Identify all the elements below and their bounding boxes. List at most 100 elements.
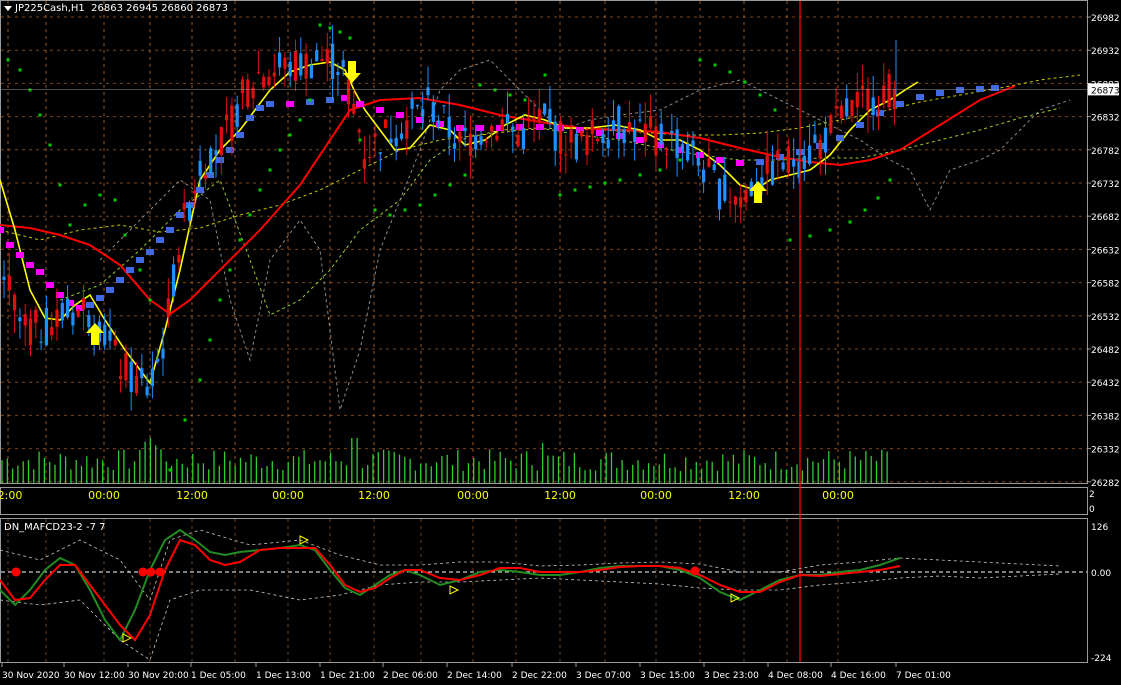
bull-candle-body [675,129,679,159]
psar-dot [358,138,362,142]
bear-candle-body [193,191,197,194]
symbol-header[interactable]: JP225Cash,H1 26863 26945 26860 26873 [4,3,228,14]
bull-candle-body [845,98,849,117]
bull-candle-body [161,349,165,359]
bull-candle-body [686,144,690,161]
bear-candle-body [468,133,472,156]
trend-up-block [176,212,184,218]
bull-candle-body [474,135,478,150]
fast-ma-line [0,61,919,385]
psar-dot [523,98,527,102]
bull-candle-body [214,150,218,156]
bear-candle-body [490,125,494,132]
psar-dot [463,173,467,177]
trend-up-block [916,94,924,100]
bear-candle-body [28,318,33,346]
bear-candle-body [569,129,573,143]
bull-candle-body [505,113,510,124]
date-tick-label: 4 Dec 08:00 [768,671,823,681]
psar-dot [758,93,762,97]
bull-candle-body [447,117,451,138]
bull-candle-body [808,145,812,164]
bear-candle-body [405,120,409,139]
price-tick-label: 26632 [1091,246,1120,256]
bull-candle-body [235,104,239,127]
chart-canvas[interactable]: 2698226932268822683226782267322668226632… [0,0,1121,685]
dropdown-caret-icon[interactable] [4,5,12,11]
bull-candle-body [108,330,112,341]
bull-candle-body [696,157,700,166]
bear-candle-body [558,121,563,155]
date-tick-label: 2 Dec 14:00 [447,671,502,681]
psar-dot [773,108,777,112]
bull-candle-body [823,127,828,153]
price-tick-label: 26832 [1091,114,1120,124]
bear-candle-body [739,197,743,208]
bear-candle-body [564,154,568,156]
bear-candle-body [272,72,276,77]
bull-candle-body [209,148,213,173]
bear-candle-body [203,174,207,179]
bull-candle-body [336,72,340,75]
bull-candle-body [638,119,642,121]
trend-up-block [96,295,104,301]
bear-candle-body [484,141,488,143]
psar-dot [218,298,222,302]
date-tick-label: 30 Nov 2020 [2,671,60,681]
bull-candle-body [717,178,722,210]
bear-candle-body [516,135,520,147]
bull-candle-body [871,97,875,116]
bear-candle-body [357,129,361,133]
trend-up-block [216,157,224,163]
bull-candle-body [452,143,457,149]
psar-dot [68,223,72,227]
trend-up-block [896,101,904,107]
trend-down-block [536,124,544,130]
bull-candle-body [288,61,292,77]
bear-candle-body [240,79,245,94]
trend-up-block [136,257,144,263]
psar-dot [448,183,452,187]
indicator-scale-bottom: -224 [1091,654,1112,664]
trend-down-block [716,157,724,163]
volume-scale-bottom: 0 [1089,505,1095,515]
bear-candle-body [627,122,631,131]
bull-candle-body [548,108,552,123]
panel-frames [0,0,1088,663]
time-tick-label: 00:00 [88,489,120,502]
bull-candle-body [66,298,70,318]
bull-candle-body [172,264,176,297]
bear-candle-body [23,314,27,326]
bear-candle-body [643,123,647,142]
volume-scale-top: 2 [1089,490,1095,500]
psar-dot [403,208,407,212]
bear-candle-body [50,327,54,336]
bull-candle-body [309,65,313,79]
bull-candle-body [278,52,282,68]
trend-up-block [116,277,124,283]
trend-down-block [696,152,704,158]
psar-dot [863,208,867,212]
date-tick-label: 3 Dec 15:00 [640,671,695,681]
envelope-line [99,59,1071,411]
bull-candle-body [44,307,48,346]
bear-candle-body [262,76,266,88]
trend-up-block [756,159,764,165]
psar-dot [58,183,62,187]
bull-candle-body [574,134,578,160]
bear-candle-body [384,119,388,128]
time-tick-label: 00:00 [457,489,489,502]
trend-up-block [226,147,234,153]
bull-candle-body [712,164,716,170]
indicator-panel-border [0,518,1088,663]
psar-dot [348,36,352,40]
bull-candle-body [617,106,621,140]
date-tick-label: 30 Nov 20:00 [128,671,189,681]
bull-candle-body [71,312,75,326]
date-tick-label: 3 Dec 23:00 [704,671,759,681]
bull-candle-body [331,43,335,79]
psar-dot [113,198,117,202]
bear-candle-body [304,53,308,79]
trading-terminal-chart[interactable]: 2698226932268822683226782267322668226632… [0,0,1121,685]
bear-candle-body [744,189,748,203]
